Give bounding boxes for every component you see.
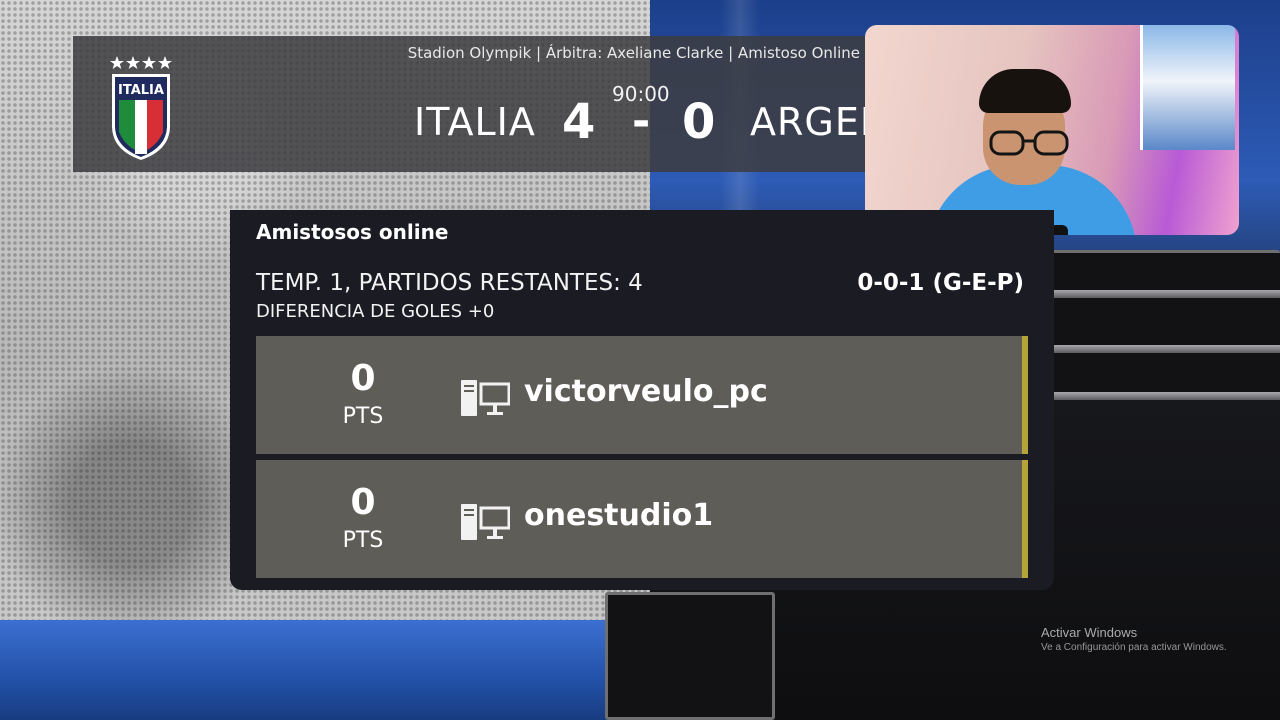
home-team-name: ITALIA [414, 100, 536, 144]
streamer-hair [979, 69, 1071, 113]
player-name: onestudio1 [524, 498, 714, 533]
panel-title: Amistosos online [256, 220, 449, 244]
away-score: 0 [682, 94, 716, 150]
player-name: victorveulo_pc [524, 374, 768, 409]
home-score: 4 [562, 94, 596, 150]
win-draw-loss-record: 0-0-1 (G-E-P) [857, 270, 1024, 296]
goal-difference: DIFERENCIA DE GOLES +0 [256, 301, 495, 322]
pc-icon [461, 380, 510, 416]
case-rail [1050, 392, 1280, 400]
player-points: 0 [350, 482, 376, 523]
pc-icon [461, 504, 510, 540]
svg-text:ITALIA: ITALIA [118, 83, 164, 98]
player-row: 0 PTS onestudio1 [256, 460, 1028, 578]
points-label: PTS [342, 528, 384, 553]
equipment-case [605, 592, 775, 720]
windows-activation-subtitle: Ve a Configuración para activar Windows. [1041, 642, 1227, 653]
season-status: TEMP. 1, PARTIDOS RESTANTES: 4 [256, 270, 643, 296]
windows-activation-title: Activar Windows [1041, 625, 1138, 640]
player-points: 0 [350, 358, 376, 399]
away-team-name: ARGEN [750, 100, 868, 144]
equipment-case-right [1050, 250, 1280, 400]
online-friendlies-panel: Amistosos online TEMP. 1, PARTIDOS RESTA… [230, 210, 1054, 590]
webcam-overlay [865, 25, 1239, 235]
case-rail [1050, 345, 1280, 353]
case-rail [1050, 290, 1280, 298]
wall-poster [1140, 25, 1235, 150]
player-row: 0 PTS victorveulo_pc [256, 336, 1028, 454]
points-label: PTS [342, 404, 384, 429]
score-separator: - [632, 96, 651, 147]
match-info: Stadion Olympik | Árbitra: Axeliane Clar… [407, 44, 860, 62]
glasses-icon [989, 130, 1069, 156]
italia-crest-icon: ITALIA [110, 56, 172, 160]
background-floor [0, 620, 620, 720]
